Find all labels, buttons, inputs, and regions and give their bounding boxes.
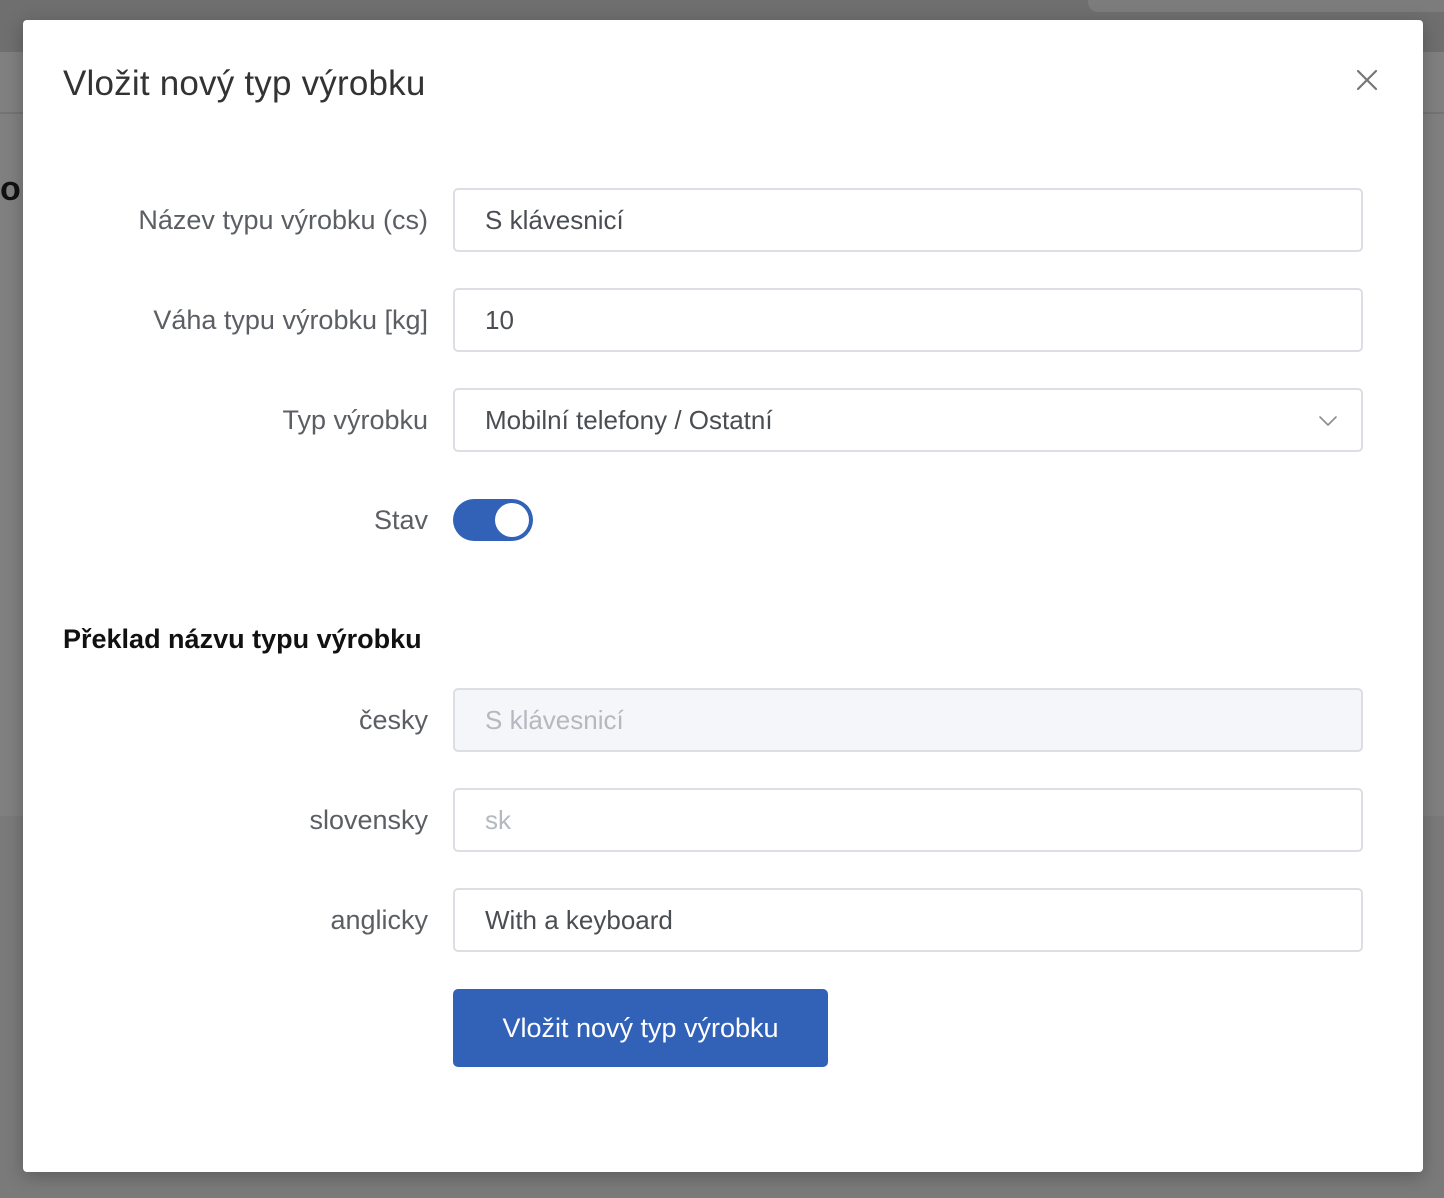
backdrop-topbar-pill: [1088, 0, 1444, 12]
close-button[interactable]: [1353, 66, 1381, 94]
form-row-name: Název typu výrobku (cs): [23, 188, 1423, 252]
cs-input: [453, 688, 1363, 752]
form-row-type: Typ výrobku Mobilní telefony / Ostatní: [23, 388, 1423, 452]
type-label: Typ výrobku: [282, 404, 428, 435]
status-label: Stav: [373, 504, 428, 535]
weight-input[interactable]: [453, 288, 1363, 352]
modal-dialog: Vložit nový typ výrobku Název typu výrob…: [23, 20, 1423, 1172]
form-row-en: anglicky: [23, 888, 1423, 952]
translation-section-title: Překlad názvu typu výrobku: [63, 624, 422, 654]
sk-input[interactable]: [453, 788, 1363, 852]
submit-button[interactable]: Vložit nový typ výrobku: [453, 989, 828, 1067]
modal-title: Vložit nový typ výrobku: [63, 64, 426, 103]
weight-label: Váha typu výrobku [kg]: [153, 304, 428, 335]
form-row-weight: Váha typu výrobku [kg]: [23, 288, 1423, 352]
name-label: Název typu výrobku (cs): [138, 204, 428, 235]
status-toggle[interactable]: [453, 499, 533, 541]
cs-label: česky: [358, 704, 428, 735]
name-input[interactable]: [453, 188, 1363, 252]
backdrop-heading-fragment: o: [0, 170, 21, 208]
toggle-knob: [495, 503, 529, 537]
type-select[interactable]: Mobilní telefony / Ostatní: [453, 388, 1363, 452]
form-row-sk: slovensky: [23, 788, 1423, 852]
close-icon: [1356, 69, 1378, 91]
chevron-down-icon: [1317, 410, 1339, 432]
form-row-cs: česky: [23, 688, 1423, 752]
form-row-status: Stav: [23, 488, 1423, 552]
type-select-value: Mobilní telefony / Ostatní: [485, 404, 773, 435]
en-label: anglicky: [330, 904, 428, 935]
sk-label: slovensky: [309, 804, 428, 835]
en-input[interactable]: [453, 888, 1363, 952]
